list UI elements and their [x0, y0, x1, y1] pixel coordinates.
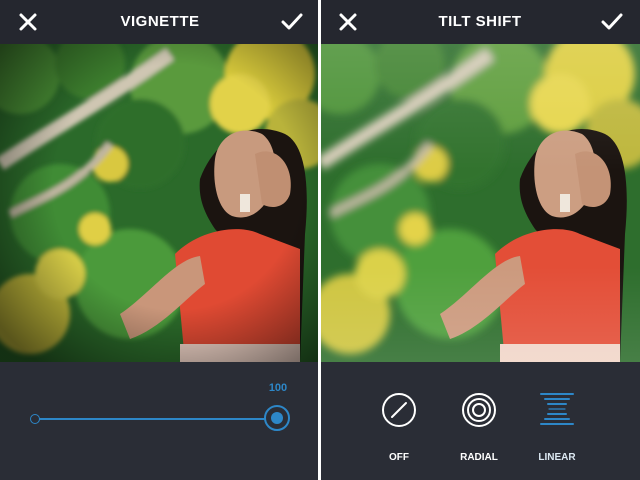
off-slash-icon	[382, 393, 416, 427]
linear-lines-icon	[540, 393, 574, 425]
checkmark-icon	[281, 13, 303, 30]
slider-min-marker	[30, 414, 40, 424]
confirm-button[interactable]	[278, 8, 306, 36]
option-radial[interactable]: RADIAL	[449, 390, 509, 470]
tilt-shift-options: OFF RADIAL LINEAR	[320, 362, 640, 480]
option-linear[interactable]: LINEAR	[527, 390, 587, 470]
photo-preview	[0, 44, 320, 362]
slider-value-label: 100	[268, 382, 288, 394]
slider-handle[interactable]	[264, 405, 290, 431]
panel-divider	[318, 0, 321, 480]
option-radial-label: RADIAL	[460, 452, 498, 463]
top-bar: TILT SHIFT	[320, 0, 640, 44]
photo-preview	[320, 44, 640, 362]
checkmark-icon	[601, 13, 623, 30]
option-off[interactable]: OFF	[369, 390, 429, 470]
slider-track[interactable]	[37, 418, 277, 420]
page-title: VIGNETTE	[120, 13, 200, 30]
vignette-controls: 100	[0, 362, 320, 480]
top-bar: VIGNETTE	[0, 0, 320, 44]
option-off-label: OFF	[389, 452, 409, 463]
radial-rings-icon	[462, 393, 496, 427]
tilt-shift-panel: TILT SHIFT OFF RADIAL LINEAR	[320, 0, 640, 480]
option-linear-label: LINEAR	[538, 452, 576, 463]
page-title: TILT SHIFT	[438, 13, 522, 30]
vignette-panel: VIGNETTE 100	[0, 0, 320, 480]
app-screen: VIGNETTE 100 TILT SHIFT OFF RADIAL LINEA…	[0, 0, 640, 480]
confirm-button[interactable]	[598, 8, 626, 36]
